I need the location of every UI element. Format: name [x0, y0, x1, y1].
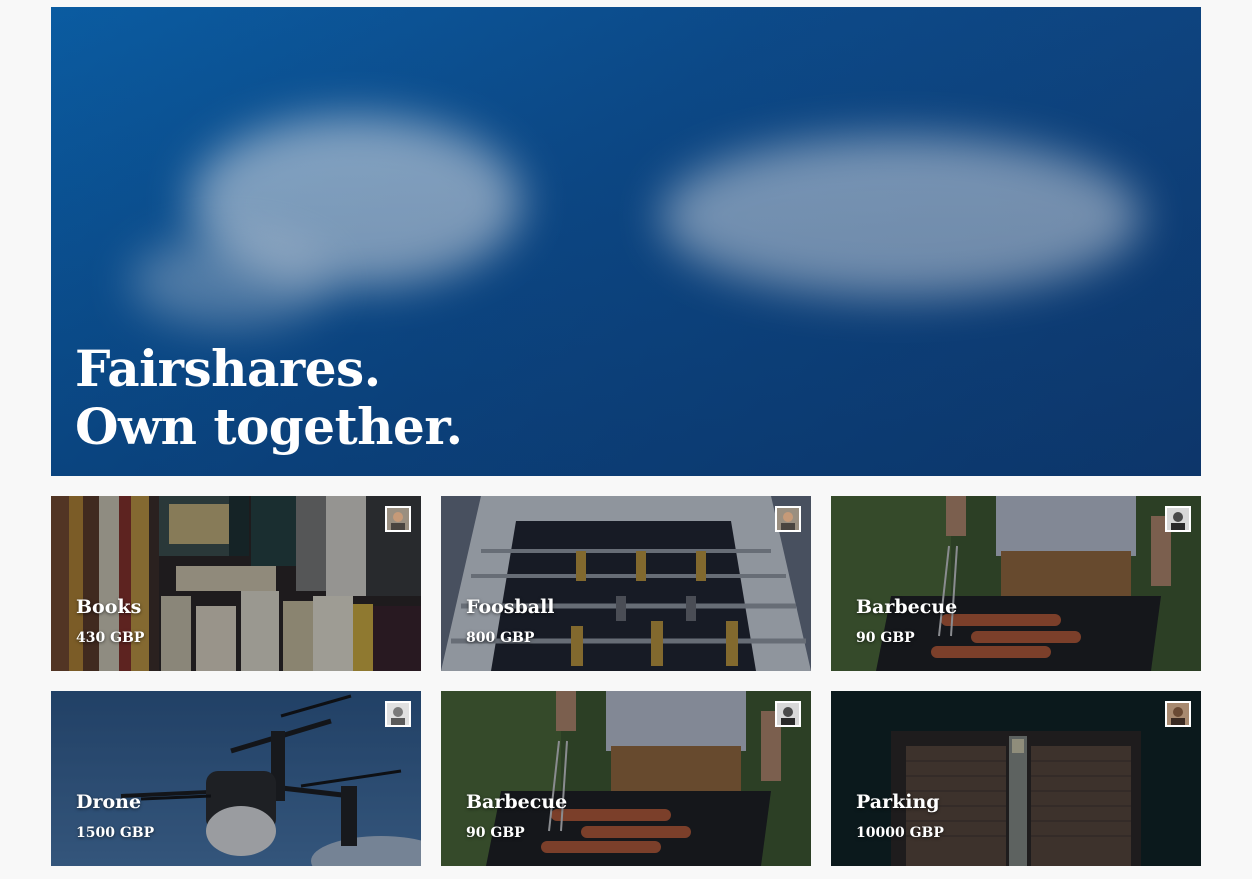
listing-name: Barbecue — [466, 791, 568, 813]
owner-avatar[interactable] — [775, 506, 801, 532]
hero-line-2: Own together. — [75, 397, 463, 456]
listing-card-barbecue[interactable]: Barbecue 90 GBP — [831, 496, 1201, 671]
listing-name: Books — [76, 596, 142, 618]
listing-price: 90 GBP — [856, 630, 915, 646]
owner-avatar[interactable] — [1165, 506, 1191, 532]
listing-name: Drone — [76, 791, 142, 813]
owner-avatar[interactable] — [1165, 701, 1191, 727]
owner-avatar[interactable] — [775, 701, 801, 727]
listing-card-parking[interactable]: Parking 10000 GBP — [831, 691, 1201, 866]
listing-card-foosball[interactable]: Foosball 800 GBP — [441, 496, 811, 671]
listing-card-drone[interactable]: Drone 1500 GBP — [51, 691, 421, 866]
hero-banner: Fairshares. Own together. — [51, 7, 1201, 476]
hero-title: Fairshares. Own together. — [75, 340, 463, 456]
owner-avatar[interactable] — [385, 701, 411, 727]
listing-name: Barbecue — [856, 596, 958, 618]
listing-price: 90 GBP — [466, 825, 525, 841]
listing-card-books[interactable]: Books 430 GBP — [51, 496, 421, 671]
listing-price: 430 GBP — [76, 630, 145, 646]
listing-card-barbecue-2[interactable]: Barbecue 90 GBP — [441, 691, 811, 866]
hero-line-1: Fairshares. — [75, 339, 381, 398]
listing-name: Foosball — [466, 596, 555, 618]
listing-price: 1500 GBP — [76, 825, 155, 841]
listing-price: 10000 GBP — [856, 825, 944, 841]
listing-price: 800 GBP — [466, 630, 535, 646]
listing-name: Parking — [856, 791, 940, 813]
owner-avatar[interactable] — [385, 506, 411, 532]
